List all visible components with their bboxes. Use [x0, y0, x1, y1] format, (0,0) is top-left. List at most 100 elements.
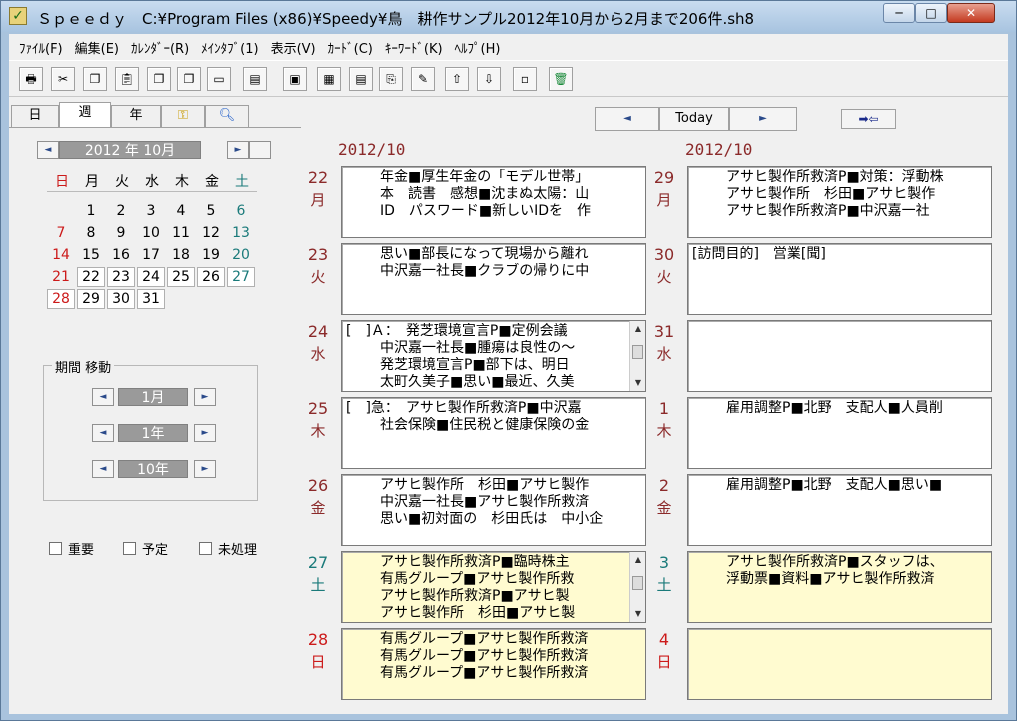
calendar-day[interactable]: 8 [77, 223, 105, 243]
calendar-day[interactable]: 2 [107, 201, 135, 221]
tab-key[interactable]: ⚿ [161, 105, 205, 127]
entry-line[interactable]: 年金■厚生年金の「モデル世帯」 [346, 169, 641, 186]
copy-card-icon[interactable]: ❐ [147, 67, 171, 91]
calendar-day[interactable]: 1 [77, 201, 105, 221]
entry-line[interactable]: 発芝環境宣言P■部下は、明日 [346, 357, 641, 374]
entry-line[interactable]: 有馬グループ■アサヒ製作所救済 [346, 631, 641, 648]
entry-line[interactable]: アサヒ製作所救済P■スタッフは、 [692, 554, 987, 571]
tab-day[interactable]: 日 [11, 105, 59, 127]
cut-icon[interactable]: ✂ [51, 67, 75, 91]
calendar-day[interactable]: 3 [137, 201, 165, 221]
prev-week-button[interactable]: ◄ [595, 107, 659, 131]
entry-line[interactable]: アサヒ製作所 杉田■アサヒ製作 [692, 186, 987, 203]
day-entries[interactable] [687, 320, 992, 392]
tab-year[interactable]: 年 [111, 105, 161, 127]
calendar-day[interactable]: 9 [107, 223, 135, 243]
calendar-day[interactable]: 13 [227, 223, 255, 243]
calendar-day[interactable]: 11 [167, 223, 195, 243]
tab-search[interactable]: 🔍︎ [205, 105, 249, 127]
entry-line[interactable]: 思い■部長になって現場から離れ [346, 246, 641, 263]
menu-item-6[interactable]: ｷｰﾜｰﾄﾞ(K) [379, 38, 449, 57]
calendar-day[interactable]: 14 [47, 245, 75, 265]
day-entries[interactable] [687, 628, 992, 700]
calendar-day[interactable]: 12 [197, 223, 225, 243]
menu-item-2[interactable]: ｶﾚﾝﾀﾞｰ(R) [125, 38, 195, 57]
day-entries[interactable]: アサヒ製作所救済P■対策：浮動株 アサヒ製作所 杉田■アサヒ製作 アサヒ製作所救済P… [687, 166, 992, 238]
calendar-day[interactable]: 31 [137, 289, 165, 309]
calendar-day[interactable]: 23 [107, 267, 135, 287]
day-entries[interactable]: 有馬グループ■アサヒ製作所救済 有馬グループ■アサヒ製作所救済 有馬グループ■アサヒ… [341, 628, 646, 700]
upload-icon[interactable]: ⇧ [445, 67, 469, 91]
entry-line[interactable]: 浮動票■資料■アサヒ製作所救済 [692, 571, 987, 588]
entry-line[interactable]: 雇用調整P■北野 支配人■思い■ [692, 477, 987, 494]
entry-line[interactable]: アサヒ製作所救済P■アサヒ製 [346, 588, 641, 605]
calendar-day[interactable]: 22 [77, 267, 105, 287]
menu-item-0[interactable]: ﾌｧｲﾙ(F) [13, 38, 69, 57]
day-entries[interactable]: アサヒ製作所救済P■スタッフは、 浮動票■資料■アサヒ製作所救済 [687, 551, 992, 623]
blank-icon[interactable]: ▫ [513, 67, 537, 91]
day-entries[interactable]: [ ]急： アサヒ製作所救済P■中沢嘉 社会保険■住民税と健康保険の金 [341, 397, 646, 469]
calendar-day[interactable]: 19 [197, 245, 225, 265]
menu-item-7[interactable]: ﾍﾙﾌﾟ(H) [449, 38, 507, 57]
calendar-day[interactable]: 29 [77, 289, 105, 309]
entry-line[interactable]: アサヒ製作所救済P■対策：浮動株 [692, 169, 987, 186]
entry-line[interactable]: [ ]急： アサヒ製作所救済P■中沢嘉 [346, 400, 641, 417]
today-button[interactable]: Today [659, 107, 729, 131]
entry-line[interactable]: 社会保険■住民税と健康保険の金 [346, 417, 641, 434]
entries-scrollbar[interactable]: ▲ ▼ [629, 321, 645, 391]
day-cell[interactable]: 24 水 [ ]Ａ： 発芝環境宣言P■定例会議 中沢嘉一社長■腫瘍は良性の～ 発芝環境宣… [301, 320, 646, 392]
menu-item-1[interactable]: 編集(E) [69, 38, 125, 57]
calendar-day[interactable]: 16 [107, 245, 135, 265]
calendar-day[interactable]: 7 [47, 223, 75, 243]
jump-icon[interactable]: ➡︎⇦ [841, 109, 896, 129]
entry-line[interactable]: アサヒ製作所救済P■中沢嘉一社 [692, 203, 987, 220]
entry-line[interactable]: 有馬グループ■アサヒ製作所救済 [346, 665, 641, 682]
entry-line[interactable]: 本 読書 感想■沈まぬ太陽：山 [346, 186, 641, 203]
calendar-day[interactable]: 4 [167, 201, 195, 221]
period-month-next-button[interactable]: ► [194, 388, 216, 406]
entry-line[interactable]: [ ]Ａ： 発芝環境宣言P■定例会議 [346, 323, 641, 340]
day-cell[interactable]: 2 金 雇用調整P■北野 支配人■思い■ [647, 474, 992, 546]
calendar-day[interactable]: 27 [227, 267, 255, 287]
day-cell[interactable]: 29 月アサヒ製作所救済P■対策：浮動株 アサヒ製作所 杉田■アサヒ製作 アサヒ製作所… [647, 166, 992, 238]
menu-item-3[interactable]: ﾒｲﾝﾀﾌﾞ(1) [195, 38, 264, 57]
day-cell[interactable]: 31 水 [647, 320, 992, 392]
entry-line[interactable]: [訪問目的] 営業[聞] [692, 246, 987, 263]
minimize-button[interactable]: ─ [883, 3, 915, 23]
calendar-end-button[interactable] [249, 141, 271, 159]
day-entries[interactable]: アサヒ製作所救済P■臨時株主 有馬グループ■アサヒ製作所救 アサヒ製作所救済P■アサ… [341, 551, 646, 623]
day-cell[interactable]: 25 木 [ ]急： アサヒ製作所救済P■中沢嘉 社会保険■住民税と健康保険の金 [301, 397, 646, 469]
export-icon[interactable]: ⎘ [379, 67, 403, 91]
prev-month-button[interactable]: ◄ [37, 141, 59, 159]
day-cell[interactable]: 1 木 雇用調整P■北野 支配人■人員削 [647, 397, 992, 469]
period-decade-next-button[interactable]: ► [194, 460, 216, 478]
print-icon[interactable]: 🖶︎ [19, 67, 43, 91]
list-icon[interactable]: ▦ [317, 67, 341, 91]
entry-line[interactable]: 中沢嘉一社長■アサヒ製作所救済 [346, 494, 641, 511]
entry-line[interactable]: ID パスワード■新しいIDを 作 [346, 203, 641, 220]
panel-icon[interactable]: ▤ [349, 67, 373, 91]
maximize-button[interactable]: □ [915, 3, 947, 23]
calendar-day[interactable]: 10 [137, 223, 165, 243]
day-cell[interactable]: 23 火思い■部長になって現場から離れ 中沢嘉一社長■クラブの帰りに中 [301, 243, 646, 315]
period-year-next-button[interactable]: ► [194, 424, 216, 442]
day-entries[interactable]: 雇用調整P■北野 支配人■人員削 [687, 397, 992, 469]
card-view-icon[interactable]: ▭ [207, 67, 231, 91]
calendar-day[interactable]: 30 [107, 289, 135, 309]
tab-week[interactable]: 週 [59, 102, 111, 127]
day-entries[interactable]: [ ]Ａ： 発芝環境宣言P■定例会議 中沢嘉一社長■腫瘍は良性の～ 発芝環境宣言P■… [341, 320, 646, 392]
title-bar[interactable]: ✓ Ｓｐｅｅｄｙ C:¥Program Files (x86)¥Speedy¥鳥… [1, 1, 1016, 32]
day-cell[interactable]: 26 金アサヒ製作所 杉田■アサヒ製作 中沢嘉一社長■アサヒ製作所救済 思い■初対面の… [301, 474, 646, 546]
entry-line[interactable]: 思い■初対面の 杉田氏は 中小企 [346, 511, 641, 528]
entry-line[interactable]: アサヒ製作所救済P■臨時株主 [346, 554, 641, 571]
calendar-day[interactable]: 15 [77, 245, 105, 265]
tool-icon[interactable]: ✎ [411, 67, 435, 91]
menu-item-5[interactable]: ｶｰﾄﾞ(C) [322, 38, 379, 57]
copy-icon[interactable]: ❐ [83, 67, 107, 91]
day-cell[interactable]: 27 土アサヒ製作所救済P■臨時株主 有馬グループ■アサヒ製作所救 アサヒ製作所救済P… [301, 551, 646, 623]
calendar-day[interactable]: 25 [167, 267, 195, 287]
calendar-day[interactable]: 20 [227, 245, 255, 265]
calendar-day[interactable]: 26 [197, 267, 225, 287]
period-year-prev-button[interactable]: ◄ [92, 424, 114, 442]
calendar-day[interactable]: 24 [137, 267, 165, 287]
